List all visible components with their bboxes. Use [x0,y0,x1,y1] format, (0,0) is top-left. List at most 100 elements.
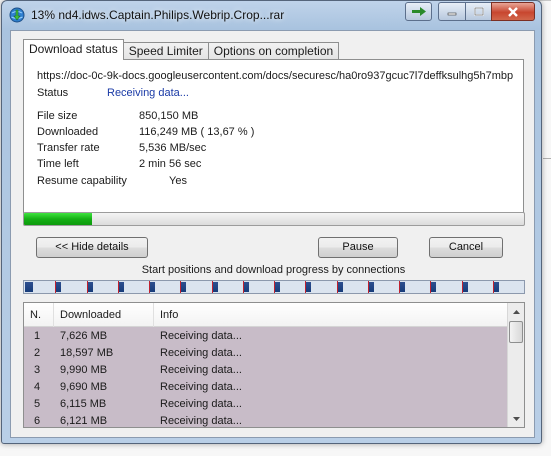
connection-progress-segment [213,282,218,292]
connection-start-marker [87,281,88,293]
connection-progress-segment [150,282,155,292]
cell-n: 4 [34,381,41,393]
file-size-label: File size [37,110,78,122]
tab-speed-limiter[interactable]: Speed Limiter [122,42,209,60]
connection-progress-segment [463,282,468,292]
cell-info: Receiving data... [160,398,242,410]
connection-progress-segment [244,282,249,292]
hide-details-button[interactable]: << Hide details [36,237,148,258]
minimize-button[interactable] [438,2,465,21]
resume-capability-label: Resume capability [37,175,127,187]
maximize-icon [473,7,484,16]
tab-options-on-completion[interactable]: Options on completion [207,42,340,60]
table-row[interactable]: 6 6,121 MB Receiving data... [24,413,508,427]
connection-progress-segment [306,282,311,292]
connection-start-marker [430,281,431,293]
file-size-value: 850,150 MB [139,110,199,122]
cell-downloaded: 18,597 MB [60,347,114,359]
table-body: 1 7,626 MB Receiving data... 2 18,597 MB Rece… [24,327,508,427]
connection-progress-segment [25,282,33,292]
download-url: https://doc-0c-9k-docs.googleusercontent… [37,70,514,82]
connection-progress-segment [275,282,280,292]
cell-n: 1 [34,330,41,342]
table-row[interactable]: 3 9,990 MB Receiving data... [24,362,508,379]
connections-progress-bar [23,280,525,294]
pause-button[interactable]: Pause [318,237,398,258]
time-left-value: 2 min 56 sec [139,158,202,170]
cell-downloaded: 9,690 MB [60,381,108,393]
status-value: Receiving data... [107,87,189,99]
download-globe-icon[interactable] [9,7,25,23]
downloaded-label: Downloaded [37,126,99,138]
status-label: Status [37,87,69,99]
cell-info: Receiving data... [160,347,242,359]
connection-progress-segment [338,282,343,292]
resume-capability-value: Yes [169,175,187,187]
cell-downloaded: 6,115 MB [60,398,107,410]
cell-info: Receiving data... [160,364,242,376]
connection-progress-segment [369,282,374,292]
connections-caption: Start positions and download progress by… [141,264,406,276]
minimize-icon [447,12,457,15]
window-title: 13% nd4.idws.Captain.Philips.Webrip.Crop… [31,8,285,22]
table-row[interactable]: 4 9,690 MB Receiving data... [24,379,508,396]
tab-download-status[interactable]: Download status [23,39,124,60]
caption-buttons [405,2,535,21]
window-client-area: Download status Speed Limiter Options on… [10,30,535,438]
title-bar[interactable]: 13% nd4.idws.Captain.Philips.Webrip.Crop… [2,1,541,29]
column-header-downloaded[interactable]: Downloaded [54,303,154,327]
table-header: N. Downloaded Info [24,303,508,327]
close-button[interactable] [491,2,535,21]
table-row[interactable]: 5 6,115 MB Receiving data... [24,396,508,413]
transfer-rate-label: Transfer rate [37,142,100,154]
arrow-right-icon [411,7,426,16]
column-header-n[interactable]: N. [24,303,54,327]
download-progress-fill [24,213,93,225]
connection-start-marker [493,281,494,293]
connection-start-marker [305,281,306,293]
maximize-button[interactable] [465,2,491,21]
cell-n: 5 [34,398,41,410]
cell-downloaded: 6,121 MB [60,415,108,427]
table-row[interactable]: 1 7,626 MB Receiving data... [24,328,508,345]
cancel-button[interactable]: Cancel [429,237,503,258]
transfer-rate-value: 5,536 MB/sec [139,142,207,154]
download-progress-bar [23,212,525,226]
cell-info: Receiving data... [160,381,242,393]
chevron-down-icon [512,416,520,421]
connection-start-marker [399,281,400,293]
connection-progress-segment [431,282,436,292]
cell-n: 3 [34,364,41,376]
connection-start-marker [274,281,275,293]
scroll-down-button[interactable] [508,410,524,427]
tab-strip: Download status Speed Limiter Options on… [23,39,340,60]
arrow-right-button[interactable] [405,2,432,21]
connection-start-marker [462,281,463,293]
cell-downloaded: 9,990 MB [60,364,108,376]
download-status-panel: https://doc-0c-9k-docs.googleusercontent… [23,59,524,224]
cell-info: Receiving data... [160,415,242,427]
connection-start-marker [337,281,338,293]
connection-start-marker [212,281,213,293]
connection-start-marker [180,281,181,293]
scroll-thumb[interactable] [509,321,523,343]
connection-progress-segment [88,282,93,292]
connection-progress-segment [181,282,186,292]
background-line [543,158,551,159]
cell-n: 6 [34,415,41,427]
connection-progress-segment [494,282,499,292]
connections-table: N. Downloaded Info 1 7,626 MB Receiving da… [23,302,525,428]
cell-downloaded: 7,626 MB [60,330,108,342]
table-row[interactable]: 2 18,597 MB Receiving data... [24,345,508,362]
chevron-up-icon [512,309,520,314]
connection-start-marker [118,281,119,293]
connection-progress-segment [56,282,61,292]
connection-start-marker [55,281,56,293]
scroll-up-button[interactable] [508,303,524,320]
connection-start-marker [149,281,150,293]
close-icon [508,6,518,17]
cell-info: Receiving data... [160,330,242,342]
column-header-info[interactable]: Info [154,303,508,327]
connection-start-marker [243,281,244,293]
vertical-scrollbar[interactable] [507,303,524,427]
